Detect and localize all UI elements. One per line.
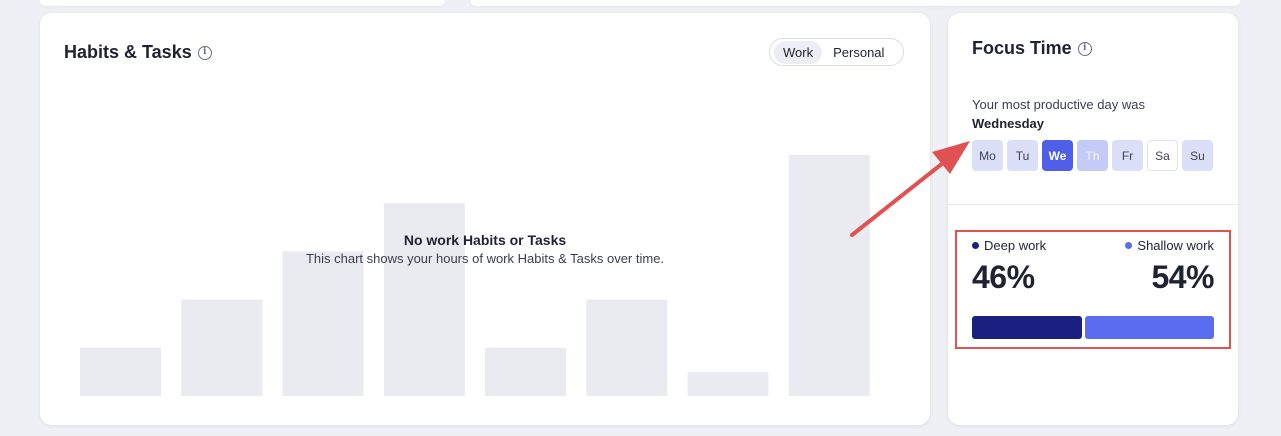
placeholder-bar: [282, 251, 364, 396]
shallow-work-dot-icon: [1125, 242, 1133, 249]
work-personal-toggle: Work Personal: [769, 38, 904, 66]
day-monday[interactable]: Mo: [972, 140, 1003, 171]
day-friday[interactable]: Fr: [1112, 140, 1143, 171]
legend-deep-work: Deep work: [972, 238, 1046, 253]
shallow-work-label: Shallow work: [1137, 238, 1214, 253]
deep-work-label: Deep work: [984, 238, 1047, 253]
shallow-work-bar: [1085, 316, 1214, 339]
focus-time-title-text: Focus Time: [972, 38, 1072, 58]
shallow-work-percent: 54%: [1151, 259, 1214, 295]
day-wednesday[interactable]: We: [1042, 140, 1073, 171]
top-card-edge-left: [40, 0, 445, 6]
toggle-work[interactable]: Work: [774, 40, 823, 64]
placeholder-bar-chart: [80, 155, 870, 396]
day-sunday[interactable]: Su: [1182, 140, 1213, 171]
empty-state-title: No work Habits or Tasks: [403, 232, 567, 248]
habits-tasks-title-text: Habits & Tasks: [64, 42, 192, 62]
legend-shallow-work: Shallow work: [1125, 238, 1214, 253]
day-saturday[interactable]: Sa: [1147, 140, 1178, 171]
placeholder-bar: [586, 299, 668, 396]
placeholder-bar: [80, 347, 161, 396]
placeholder-bar: [788, 155, 870, 396]
deep-work-percent: 46%: [972, 259, 1035, 295]
deep-work-dot-icon: [972, 242, 979, 249]
info-icon[interactable]: i: [197, 45, 212, 60]
productive-day-text: Your most productive day was Wednesday: [972, 95, 1145, 133]
deep-work-bar: [972, 316, 1082, 339]
weekday-selector: Mo Tu We Th Fr Sa Su: [972, 140, 1213, 171]
productive-day-value: Wednesday: [972, 116, 1045, 131]
divider: [948, 204, 1238, 205]
focus-time-card: Focus Time i Your most productive day wa…: [948, 13, 1238, 425]
toggle-personal[interactable]: Personal: [824, 41, 893, 64]
placeholder-bar: [181, 299, 263, 396]
habits-tasks-title: Habits & Tasks i: [64, 42, 212, 63]
placeholder-bar: [687, 371, 769, 396]
placeholder-bar: [485, 347, 566, 396]
day-thursday[interactable]: Th: [1077, 140, 1108, 171]
focus-time-title: Focus Time i: [972, 38, 1092, 59]
empty-state-subtitle: This chart shows your hours of work Habi…: [305, 251, 665, 266]
top-card-edge-right: [470, 0, 1240, 6]
info-icon[interactable]: i: [1077, 41, 1092, 56]
empty-state-message: No work Habits or Tasks This chart shows…: [40, 232, 930, 266]
productive-day-label: Your most productive day was: [972, 97, 1145, 112]
day-tuesday[interactable]: Tu: [1007, 140, 1038, 171]
habits-tasks-card: Habits & Tasks i Work Personal No work H…: [40, 13, 930, 425]
